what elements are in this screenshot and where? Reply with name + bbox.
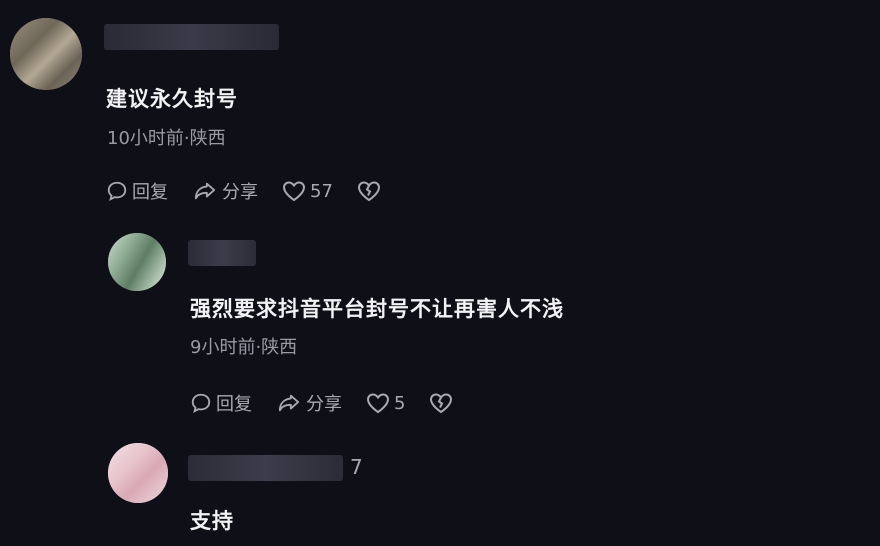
heart-outline-icon: [366, 393, 390, 414]
username-suffix: 7: [350, 455, 363, 479]
avatar-image: [10, 18, 82, 90]
dislike-button[interactable]: [357, 180, 381, 202]
comment-3: 7 支持: [0, 425, 880, 546]
dislike-button[interactable]: [429, 392, 453, 414]
avatar-image: [108, 443, 168, 503]
like-count: 5: [394, 392, 406, 414]
reply-button[interactable]: 回复: [190, 390, 252, 416]
comment-bubble-icon: [191, 393, 211, 414]
comment-text: 建议永久封号: [106, 87, 238, 111]
comment-bubble-icon: [107, 181, 127, 202]
avatar[interactable]: [108, 233, 166, 291]
username-blurred[interactable]: [104, 24, 279, 50]
username-blurred[interactable]: [188, 240, 256, 266]
reply-button[interactable]: 回复: [106, 178, 168, 204]
avatar-image: [108, 233, 166, 291]
reply-label: 回复: [132, 182, 168, 203]
avatar[interactable]: [108, 443, 168, 503]
comment-1: 建议永久封号 10小时前·陕西 回复 分享 57: [0, 0, 880, 215]
share-button[interactable]: 分享: [192, 178, 258, 204]
avatar[interactable]: [10, 18, 82, 90]
share-arrow-icon: [194, 182, 216, 200]
like-button[interactable]: 57: [282, 180, 333, 202]
comment-actions: 回复 分享 57: [106, 178, 405, 204]
comment-meta: 10小时前·陕西: [107, 128, 226, 149]
share-arrow-icon: [278, 394, 300, 412]
comment-text: 支持: [190, 509, 234, 533]
broken-heart-icon: [430, 393, 453, 414]
like-count: 57: [310, 180, 333, 202]
reply-label: 回复: [216, 394, 252, 415]
like-button[interactable]: 5: [366, 392, 405, 414]
comment-2: 强烈要求抖音平台封号不让再害人不浅 9小时前·陕西 回复 分享 5: [0, 215, 880, 425]
broken-heart-icon: [357, 181, 380, 202]
share-button[interactable]: 分享: [276, 390, 342, 416]
heart-outline-icon: [282, 181, 306, 202]
comment-text: 强烈要求抖音平台封号不让再害人不浅: [190, 297, 564, 321]
comment-actions: 回复 分享 5: [190, 390, 477, 416]
comment-meta: 9小时前·陕西: [190, 337, 298, 358]
share-label: 分享: [306, 394, 342, 415]
share-label: 分享: [222, 182, 258, 203]
username-blurred[interactable]: [188, 455, 343, 481]
